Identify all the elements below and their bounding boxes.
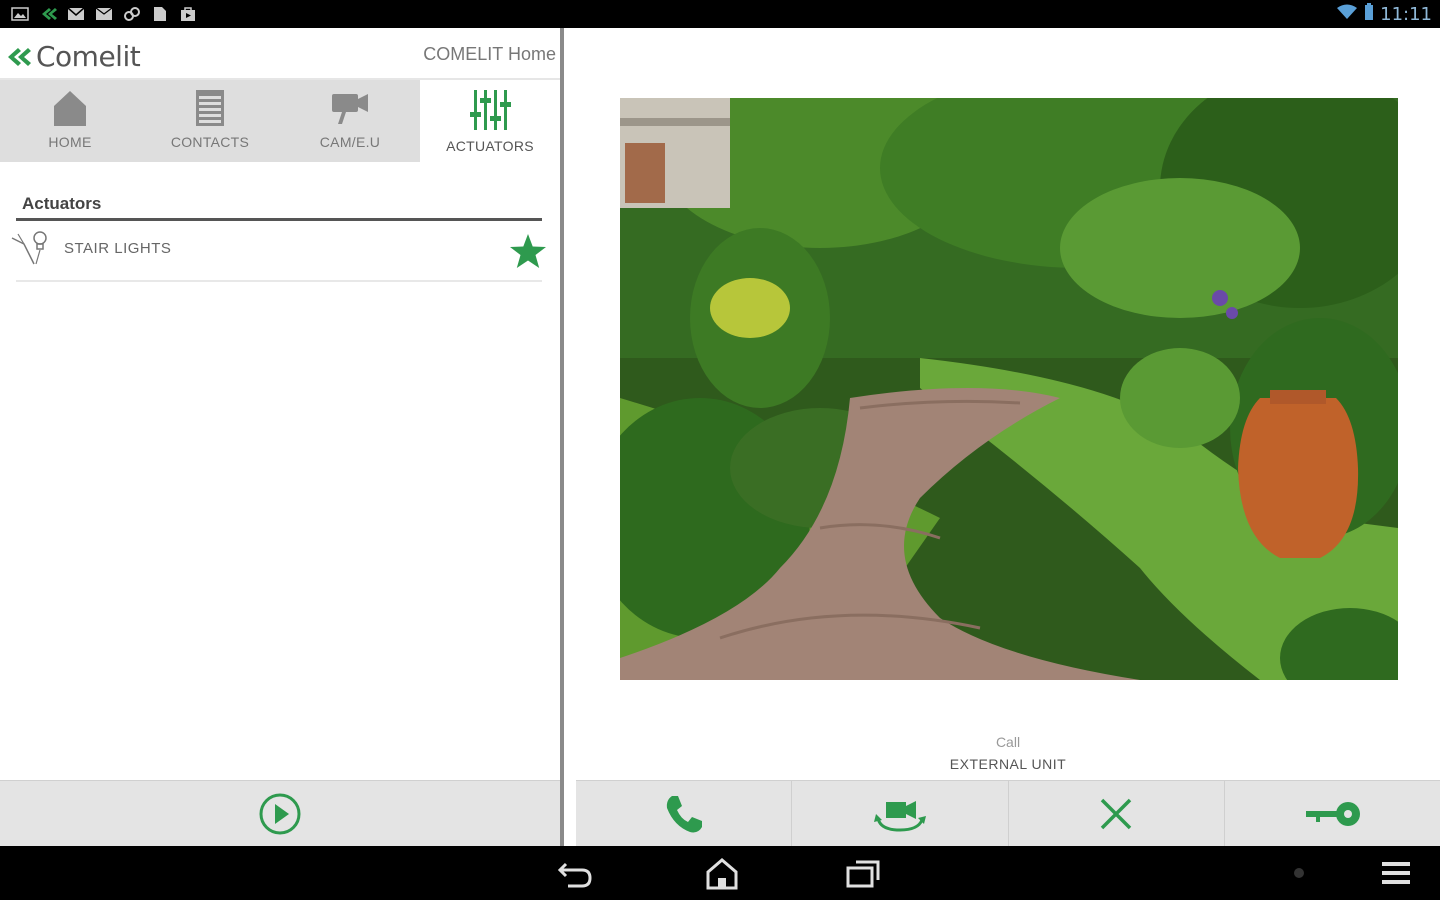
left-panel: Comelit COMELIT Home HOME CONTACTS CAM/E… [0, 28, 560, 846]
brand-name: Comelit [36, 40, 141, 73]
light-switch-icon [11, 231, 47, 265]
camera-feed [620, 98, 1398, 680]
answer-call-button[interactable] [576, 781, 793, 846]
tab-cam-eu[interactable]: CAM/E.U [280, 80, 420, 162]
tab-contacts[interactable]: CONTACTS [140, 80, 280, 162]
status-dot-icon [1294, 868, 1304, 878]
call-label: Call [995, 734, 1021, 750]
clock: 11:11 [1380, 3, 1432, 25]
status-bar: 11:11 [0, 0, 1440, 28]
home-nav-icon[interactable] [702, 856, 742, 890]
favorite-star-icon[interactable] [508, 232, 548, 272]
end-call-button[interactable] [1009, 781, 1225, 846]
wifi-icon [1336, 4, 1358, 25]
picture-icon [10, 6, 30, 22]
camera-feed-image [620, 98, 1398, 680]
row-divider [16, 280, 542, 282]
tab-bar: HOME CONTACTS CAM/E.U ACTUATORS [0, 80, 560, 162]
shop-bag-icon [178, 6, 198, 22]
navigation-bar [0, 846, 1440, 900]
unit-label: EXTERNAL UNIT [949, 756, 1067, 772]
switch-camera-button[interactable] [792, 781, 1009, 846]
actuator-label: STAIR LIGHTS [64, 240, 172, 257]
camera-icon [332, 94, 368, 124]
back-icon[interactable] [556, 856, 596, 890]
comelit-notification-icon [38, 6, 58, 22]
menu-icon[interactable] [1378, 856, 1414, 890]
open-door-button[interactable] [1225, 781, 1440, 846]
tab-home[interactable]: HOME [0, 80, 140, 162]
tab-actuators[interactable]: ACTUATORS [420, 80, 560, 162]
comelit-logo: Comelit [6, 40, 141, 73]
play-icon[interactable] [257, 791, 303, 837]
tab-label: CAM/E.U [319, 134, 381, 150]
actuator-row-stair-lights[interactable]: STAIR LIGHTS [8, 224, 548, 280]
panel-gap [564, 28, 576, 846]
tab-label: ACTUATORS [446, 138, 534, 154]
battery-icon [1364, 2, 1374, 26]
section-divider [16, 218, 542, 221]
key-icon [1306, 801, 1361, 826]
close-icon [1100, 798, 1132, 829]
email-icon [94, 6, 114, 22]
sliders-icon [470, 90, 511, 130]
phone-icon [666, 795, 702, 832]
section-title: Actuators [22, 194, 102, 213]
contacts-icon [196, 90, 224, 126]
right-panel: Call EXTERNAL UNIT [576, 28, 1440, 846]
gmail-icon [66, 6, 86, 22]
tab-label: HOME [48, 134, 92, 150]
app-header: Comelit COMELIT Home [0, 28, 560, 80]
switch-camera-icon [873, 800, 926, 832]
call-controls [576, 780, 1440, 846]
left-footer [0, 780, 560, 846]
app-title: COMELIT Home [423, 44, 556, 64]
home-icon [54, 91, 86, 126]
comelit-chevron-icon [8, 47, 31, 66]
document-icon [150, 6, 170, 22]
link-icon [122, 6, 142, 22]
tab-label: CONTACTS [170, 134, 250, 150]
recent-apps-icon[interactable] [844, 856, 884, 890]
